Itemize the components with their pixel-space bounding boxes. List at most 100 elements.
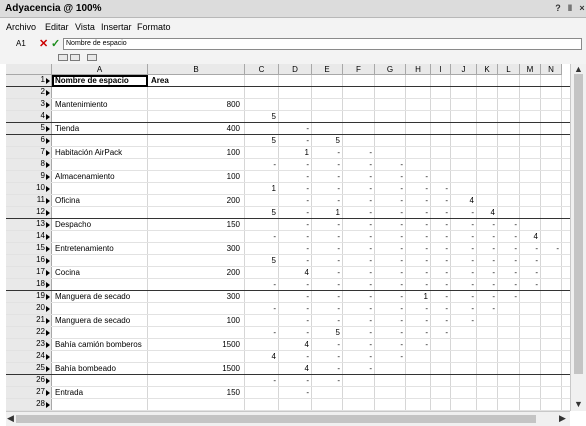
adjacency-cell-e[interactable]: - [312, 184, 340, 193]
adjacency-cell-e[interactable]: - [312, 148, 340, 157]
close-icon[interactable]: × [576, 2, 586, 15]
row-expand-icon[interactable] [46, 222, 50, 228]
adjacency-cell-c[interactable]: 5 [245, 136, 276, 145]
space-name-cell[interactable]: Bahía camión bomberos [55, 340, 142, 349]
adjacency-cell-m[interactable]: - [520, 256, 538, 265]
adjacency-cell-f[interactable]: - [343, 184, 372, 193]
adjacency-cell-d[interactable]: - [279, 172, 309, 181]
adjacency-cell-e[interactable]: - [312, 232, 340, 241]
adjacency-cell-k[interactable]: - [477, 220, 495, 229]
view-mode-2-icon[interactable] [70, 54, 80, 61]
column-header-l[interactable]: L [498, 64, 520, 75]
adjacency-cell-g[interactable]: - [375, 208, 403, 217]
adjacency-cell-e[interactable]: - [312, 256, 340, 265]
adjacency-cell-i[interactable]: - [431, 244, 448, 253]
adjacency-cell-f[interactable]: - [343, 232, 372, 241]
adjacency-cell-k[interactable]: 4 [477, 208, 495, 217]
row-expand-icon[interactable] [46, 90, 50, 96]
adjacency-cell-c[interactable]: 4 [245, 352, 276, 361]
adjacency-cell-l[interactable]: - [498, 268, 517, 277]
area-cell[interactable]: 300 [148, 292, 240, 301]
adjacency-cell-d[interactable]: - [279, 124, 309, 133]
row-expand-icon[interactable] [46, 150, 50, 156]
column-header-m[interactable]: M [520, 64, 541, 75]
adjacency-cell-n[interactable]: - [541, 244, 559, 253]
adjacency-cell-d[interactable]: 1 [279, 148, 309, 157]
formula-input[interactable]: Nombre de espacio [63, 38, 582, 50]
adjacency-cell-l[interactable]: - [498, 220, 517, 229]
adjacency-cell-f[interactable]: - [343, 304, 372, 313]
space-name-cell[interactable]: Cocina [55, 268, 80, 277]
adjacency-cell-d[interactable]: - [279, 196, 309, 205]
adjacency-cell-i[interactable]: - [431, 196, 448, 205]
column-header-e[interactable]: E [312, 64, 343, 75]
adjacency-cell-h[interactable]: - [406, 232, 428, 241]
adjacency-cell-i[interactable]: - [431, 232, 448, 241]
row-expand-icon[interactable] [46, 282, 50, 288]
adjacency-cell-l[interactable]: - [498, 244, 517, 253]
row-expand-icon[interactable] [46, 342, 50, 348]
adjacency-cell-g[interactable]: - [375, 184, 403, 193]
adjacency-cell-h[interactable]: - [406, 196, 428, 205]
adjacency-cell-j[interactable]: - [451, 256, 474, 265]
space-name-cell[interactable]: Despacho [55, 220, 91, 229]
view-mode-1-icon[interactable] [58, 54, 68, 61]
adjacency-cell-j[interactable]: - [451, 316, 474, 325]
area-cell[interactable]: Area [151, 76, 169, 85]
space-name-cell[interactable]: Entretenamiento [55, 244, 114, 253]
adjacency-cell-d[interactable]: 4 [279, 364, 309, 373]
adjacency-cell-g[interactable]: - [375, 340, 403, 349]
adjacency-cell-h[interactable]: - [406, 184, 428, 193]
adjacency-cell-d[interactable]: - [279, 220, 309, 229]
area-cell[interactable]: 150 [148, 220, 240, 229]
adjacency-cell-i[interactable]: - [431, 208, 448, 217]
area-cell[interactable]: 200 [148, 196, 240, 205]
vertical-scrollbar[interactable]: ▲ ▼ [570, 64, 586, 411]
row-expand-icon[interactable] [46, 330, 50, 336]
help-icon[interactable]: ? [552, 2, 564, 15]
adjacency-cell-f[interactable]: - [343, 172, 372, 181]
column-header-j[interactable]: J [451, 64, 477, 75]
adjacency-cell-d[interactable]: - [279, 316, 309, 325]
adjacency-cell-c[interactable]: - [245, 328, 276, 337]
vertical-scroll-thumb[interactable] [574, 74, 583, 374]
adjacency-cell-d[interactable]: - [279, 280, 309, 289]
area-cell[interactable]: 400 [148, 124, 240, 133]
column-header-n[interactable]: N [541, 64, 562, 75]
adjacency-cell-h[interactable]: 1 [406, 292, 428, 301]
adjacency-cell-h[interactable]: - [406, 280, 428, 289]
row-expand-icon[interactable] [46, 186, 50, 192]
adjacency-cell-e[interactable]: - [312, 160, 340, 169]
area-cell[interactable]: 800 [148, 100, 240, 109]
area-cell[interactable]: 300 [148, 244, 240, 253]
menu-archivo[interactable]: Archivo [6, 22, 36, 32]
row-expand-icon[interactable] [46, 354, 50, 360]
adjacency-cell-h[interactable]: - [406, 244, 428, 253]
row-expand-icon[interactable] [46, 114, 50, 120]
menu-insertar[interactable]: Insertar [101, 22, 132, 32]
adjacency-cell-c[interactable]: 5 [245, 256, 276, 265]
adjacency-cell-f[interactable]: - [343, 208, 372, 217]
adjacency-cell-g[interactable]: - [375, 328, 403, 337]
adjacency-cell-e[interactable]: 5 [312, 328, 340, 337]
adjacency-cell-i[interactable]: - [431, 268, 448, 277]
adjacency-cell-k[interactable]: - [477, 292, 495, 301]
adjacency-cell-g[interactable]: - [375, 352, 403, 361]
adjacency-cell-f[interactable]: - [343, 352, 372, 361]
adjacency-cell-e[interactable]: - [312, 340, 340, 349]
adjacency-cell-e[interactable]: - [312, 316, 340, 325]
adjacency-cell-k[interactable]: - [477, 304, 495, 313]
row-expand-icon[interactable] [46, 126, 50, 132]
adjacency-cell-c[interactable]: - [245, 280, 276, 289]
adjacency-cell-g[interactable]: - [375, 244, 403, 253]
row-expand-icon[interactable] [46, 402, 50, 408]
adjacency-cell-d[interactable]: - [279, 292, 309, 301]
view-mode-3-icon[interactable] [87, 54, 97, 61]
adjacency-cell-d[interactable]: - [279, 352, 309, 361]
column-header-b[interactable]: B [148, 64, 245, 75]
adjacency-cell-h[interactable]: - [406, 304, 428, 313]
space-name-cell[interactable]: Bahía bombeado [55, 364, 116, 373]
adjacency-cell-j[interactable]: - [451, 268, 474, 277]
adjacency-cell-e[interactable]: - [312, 376, 340, 385]
area-cell[interactable]: 150 [148, 388, 240, 397]
